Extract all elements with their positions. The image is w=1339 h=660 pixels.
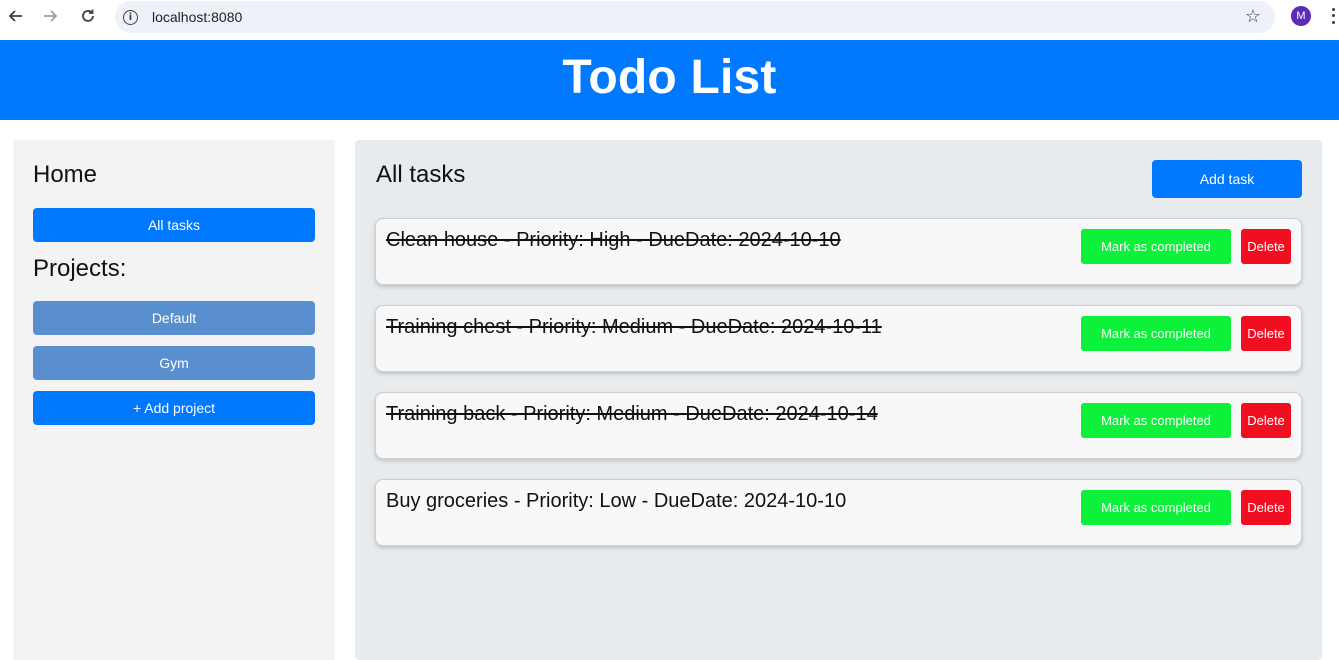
task-item: Training chest - Priority: Medium - DueD… xyxy=(375,305,1302,372)
project-button-gym[interactable]: Gym xyxy=(33,346,315,380)
kebab-menu-icon[interactable] xyxy=(1330,6,1336,26)
task-text: Training back - Priority: Medium - DueDa… xyxy=(386,403,878,425)
mark-completed-button[interactable]: Mark as completed xyxy=(1081,490,1231,525)
mark-completed-button[interactable]: Mark as completed xyxy=(1081,229,1231,264)
reload-icon[interactable] xyxy=(78,6,98,26)
task-item: Buy groceries - Priority: Low - DueDate:… xyxy=(375,479,1302,546)
task-text: Clean house - Priority: High - DueDate: … xyxy=(386,229,841,251)
app-header: Todo List xyxy=(0,40,1339,120)
mark-completed-button[interactable]: Mark as completed xyxy=(1081,316,1231,351)
task-item: Clean house - Priority: High - DueDate: … xyxy=(375,218,1302,285)
delete-task-button[interactable]: Delete xyxy=(1241,229,1291,264)
task-item: Training back - Priority: Medium - DueDa… xyxy=(375,392,1302,459)
all-tasks-button[interactable]: All tasks xyxy=(33,208,315,242)
project-button-default[interactable]: Default xyxy=(33,301,315,335)
back-arrow-icon[interactable] xyxy=(6,6,26,26)
projects-heading: Projects: xyxy=(33,255,127,282)
add-task-button[interactable]: Add task xyxy=(1152,160,1302,198)
task-text: Training chest - Priority: Medium - DueD… xyxy=(386,316,882,338)
address-bar[interactable]: i localhost:8080 ☆ xyxy=(115,1,1275,33)
profile-avatar[interactable]: M xyxy=(1291,6,1311,26)
task-panel-title: All tasks xyxy=(376,161,466,188)
star-icon[interactable]: ☆ xyxy=(1245,6,1261,27)
page-title: Todo List xyxy=(562,50,777,104)
mark-completed-button[interactable]: Mark as completed xyxy=(1081,403,1231,438)
task-text: Buy groceries - Priority: Low - DueDate:… xyxy=(386,490,847,512)
sidebar-home-heading: Home xyxy=(33,161,98,188)
delete-task-button[interactable]: Delete xyxy=(1241,490,1291,525)
add-project-button[interactable]: + Add project xyxy=(33,391,315,425)
delete-task-button[interactable]: Delete xyxy=(1241,316,1291,351)
info-icon[interactable]: i xyxy=(123,9,138,25)
delete-task-button[interactable]: Delete xyxy=(1241,403,1291,438)
forward-arrow-icon[interactable] xyxy=(40,6,60,26)
browser-toolbar: i localhost:8080 ☆ M xyxy=(0,0,1339,40)
task-panel: All tasks Add task Clean house - Priorit… xyxy=(355,140,1322,660)
url-text[interactable]: localhost:8080 xyxy=(152,9,242,25)
sidebar: Home All tasks Projects: Default Gym + A… xyxy=(13,140,335,660)
